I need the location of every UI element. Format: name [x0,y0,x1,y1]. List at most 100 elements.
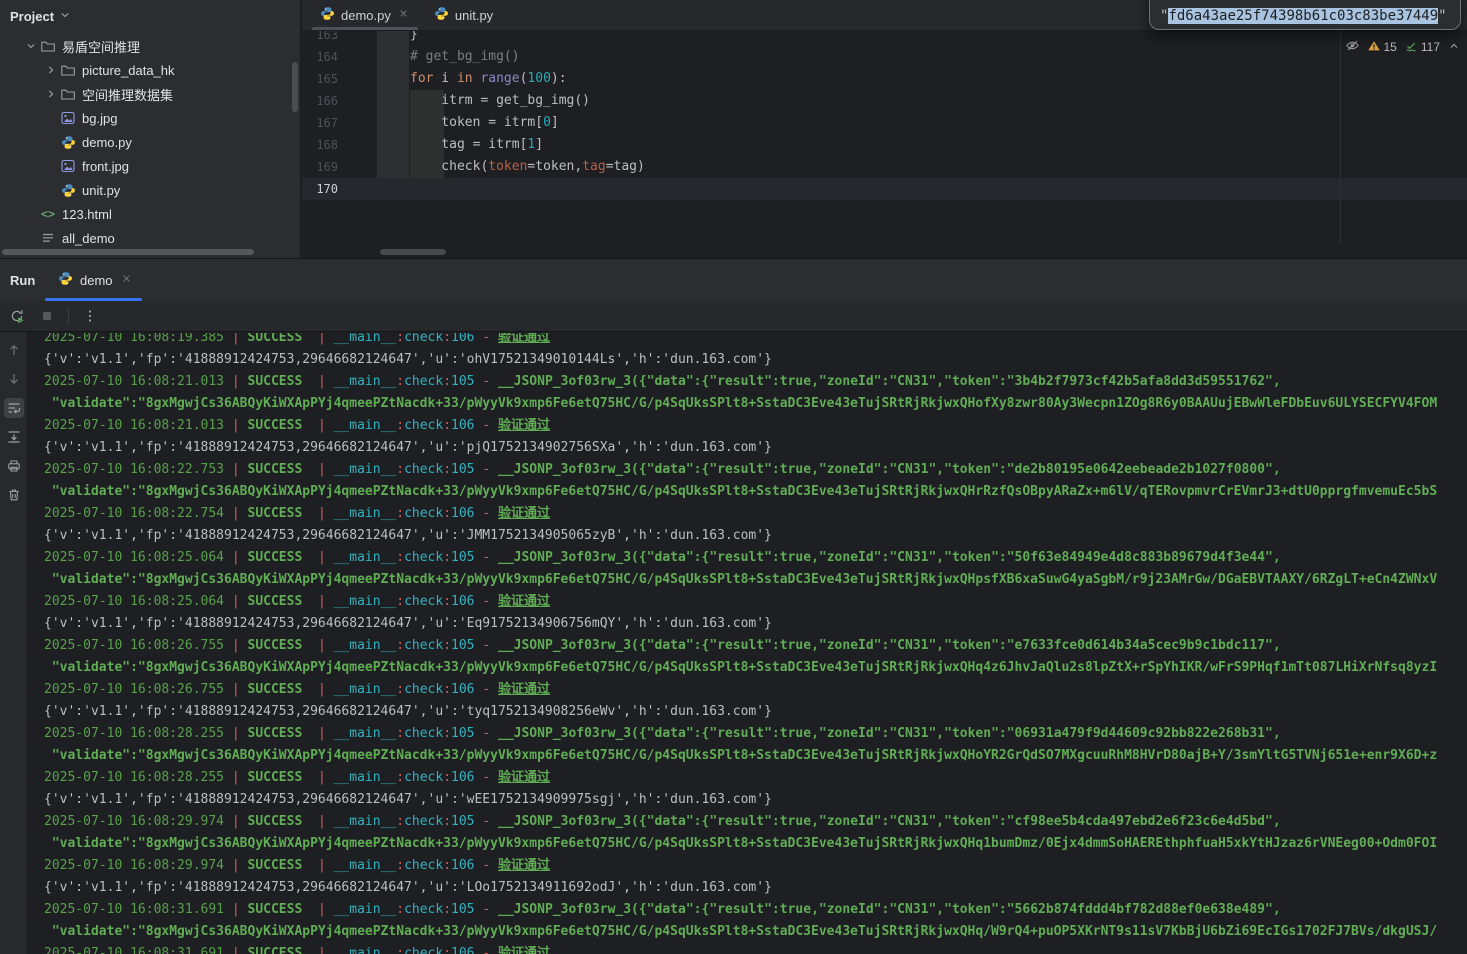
project-vertical-scrollbar[interactable] [292,62,298,112]
console-line: {'v':'v1.1','fp':'41888912424753,2964668… [44,701,1467,723]
python-icon [60,182,76,198]
line-number: 169 [302,156,338,178]
html-icon: <> [40,206,56,222]
close-icon[interactable] [120,272,133,288]
tree-item-label: 123.html [62,207,112,222]
image-icon [60,110,76,126]
soft-wrap-button[interactable] [4,398,24,418]
line-number: 164 [302,46,338,68]
console-line: 2025-07-10 16:08:19.385 | SUCCESS | __ma… [44,333,1467,349]
more-button[interactable] [81,307,99,325]
code-text: tag = itrm[1] [410,134,543,156]
scroll-end-button[interactable] [4,427,24,447]
highlighting-level-button[interactable] [1345,38,1360,56]
console-line: 2025-07-10 16:08:26.755 | SUCCESS | __ma… [44,679,1467,701]
console-left-toolbar [0,332,28,954]
console-line: 2025-07-10 16:08:22.753 | SUCCESS | __ma… [44,459,1467,481]
stop-button[interactable] [38,307,56,325]
typos-count: 117 [1421,40,1440,54]
folder-icon [60,62,76,78]
run-panel-title: Run [10,259,35,301]
tree-item-picture_data_hk[interactable]: picture_data_hk [0,58,300,82]
console-line: {'v':'v1.1','fp':'41888912424753,2964668… [44,525,1467,547]
tree-item-易盾空间推理[interactable]: 易盾空间推理 [0,34,300,58]
editor-tab-demo.py[interactable]: demo.py [308,0,422,30]
run-panel-header: Run demo [0,259,1467,301]
project-panel: Project 易盾空间推理 picture_data_hk 空间推理数据集bg.j… [0,0,301,258]
tree-item-label: 易盾空间推理 [62,37,140,56]
console-line: {'v':'v1.1','fp':'41888912424753,2964668… [44,877,1467,899]
arrow-down-button[interactable] [4,369,24,389]
run-panel: Run demo 2025-07-10 16:08:19.385 | SUCCE… [0,258,1467,954]
tree-item-空间推理数据集[interactable]: 空间推理数据集 [0,82,300,106]
console-line: "validate":"8gxMgwjCs36ABQyKiWXApPYj4qme… [44,481,1467,503]
console-line: {'v':'v1.1','fp':'41888912424753,2964668… [44,437,1467,459]
ide-window: Project 易盾空间推理 picture_data_hk 空间推理数据集bg.j… [0,0,1467,954]
tree-item-label: picture_data_hk [82,63,175,78]
code-line-166: 166 itrm = get_bg_img() [302,90,1467,112]
console-line: "validate":"8gxMgwjCs36ABQyKiWXApPYj4qme… [44,657,1467,679]
console-line: 2025-07-10 16:08:21.013 | SUCCESS | __ma… [44,371,1467,393]
line-number: 170 [302,178,338,200]
tree-item-bg.jpg[interactable]: bg.jpg [0,106,300,130]
line-number: 165 [302,68,338,90]
editor-tab-unit.py[interactable]: unit.py [422,0,505,30]
value-preview-popup[interactable]: "fd6a43ae25f74398b61c03c83be37449" [1149,0,1461,30]
typos-counter[interactable]: 117 [1404,39,1440,56]
code-line-169: 169 check(token=token,tag=tag) [302,156,1467,178]
console-line: 2025-07-10 16:08:28.255 | SUCCESS | __ma… [44,723,1467,745]
run-tab-label: demo [80,273,113,288]
rerun-button[interactable] [8,307,26,325]
editor-tab-label: demo.py [341,8,391,23]
print-button[interactable] [4,456,24,476]
code-text: token = itrm[0] [410,112,559,134]
tree-item-demo.py[interactable]: demo.py [0,130,300,154]
console-line: {'v':'v1.1','fp':'41888912424753,2964668… [44,613,1467,635]
chevron-right-icon[interactable] [42,86,60,102]
code-line-164: 164 # get_bg_img() [302,46,1467,68]
console-line: 2025-07-10 16:08:28.255 | SUCCESS | __ma… [44,767,1467,789]
code-line-165: 165 for i in range(100): [302,68,1467,90]
code-text: for i in range(100): [410,68,567,90]
code-text: # get_bg_img() [410,46,520,68]
run-tab-demo[interactable]: demo [58,259,133,301]
image-icon [60,158,76,174]
python-icon [58,271,73,289]
code-text: check(token=token,tag=tag) [410,156,645,178]
console-line: 2025-07-10 16:08:29.974 | SUCCESS | __ma… [44,855,1467,877]
editor-horizontal-scrollbar[interactable] [380,249,446,255]
project-horizontal-scrollbar[interactable] [2,249,254,255]
project-panel-header[interactable]: Project [0,0,300,32]
tree-item-front.jpg[interactable]: front.jpg [0,154,300,178]
tree-item-123.html[interactable]: <> 123.html [0,202,300,226]
code-line-167: 167 token = itrm[0] [302,112,1467,134]
code-line-168: 168 tag = itrm[1] [302,134,1467,156]
tree-item-unit.py[interactable]: unit.py [0,178,300,202]
tree-item-label: demo.py [82,135,132,150]
warnings-counter[interactable]: 15 [1367,39,1397,56]
tree-item-label: all_demo [62,231,115,246]
eye-slash-icon [1345,38,1360,56]
clear-button[interactable] [4,485,24,505]
python-icon [320,6,335,24]
warnings-count: 15 [1384,40,1397,54]
chevron-down-icon[interactable] [22,38,40,54]
console-line: 2025-07-10 16:08:31.691 | SUCCESS | __ma… [44,899,1467,921]
popup-selected-value: fd6a43ae25f74398b61c03c83be37449 [1168,8,1438,24]
tree-item-all_demo[interactable]: all_demo [0,226,300,250]
console-line: {'v':'v1.1','fp':'41888912424753,2964668… [44,349,1467,371]
arrow-up-button[interactable] [4,340,24,360]
editor-tab-label: unit.py [455,8,493,23]
chevron-right-icon[interactable] [42,62,60,78]
console-output[interactable]: 2025-07-10 16:08:19.385 | SUCCESS | __ma… [29,333,1467,954]
close-icon[interactable] [397,7,410,23]
console-line: 2025-07-10 16:08:29.974 | SUCCESS | __ma… [44,811,1467,833]
python-icon [60,134,76,150]
project-tree: 易盾空间推理 picture_data_hk 空间推理数据集bg.jpg demo.p… [0,34,300,250]
console-line: "validate":"8gxMgwjCs36ABQyKiWXApPYj4qme… [44,745,1467,767]
line-number: 167 [302,112,338,134]
previous-problem-button[interactable] [1447,39,1461,56]
textfile-icon [40,230,56,246]
line-number: 166 [302,90,338,112]
code-editor[interactable]: 163}164# get_bg_img()165for i in range(1… [302,0,1467,258]
